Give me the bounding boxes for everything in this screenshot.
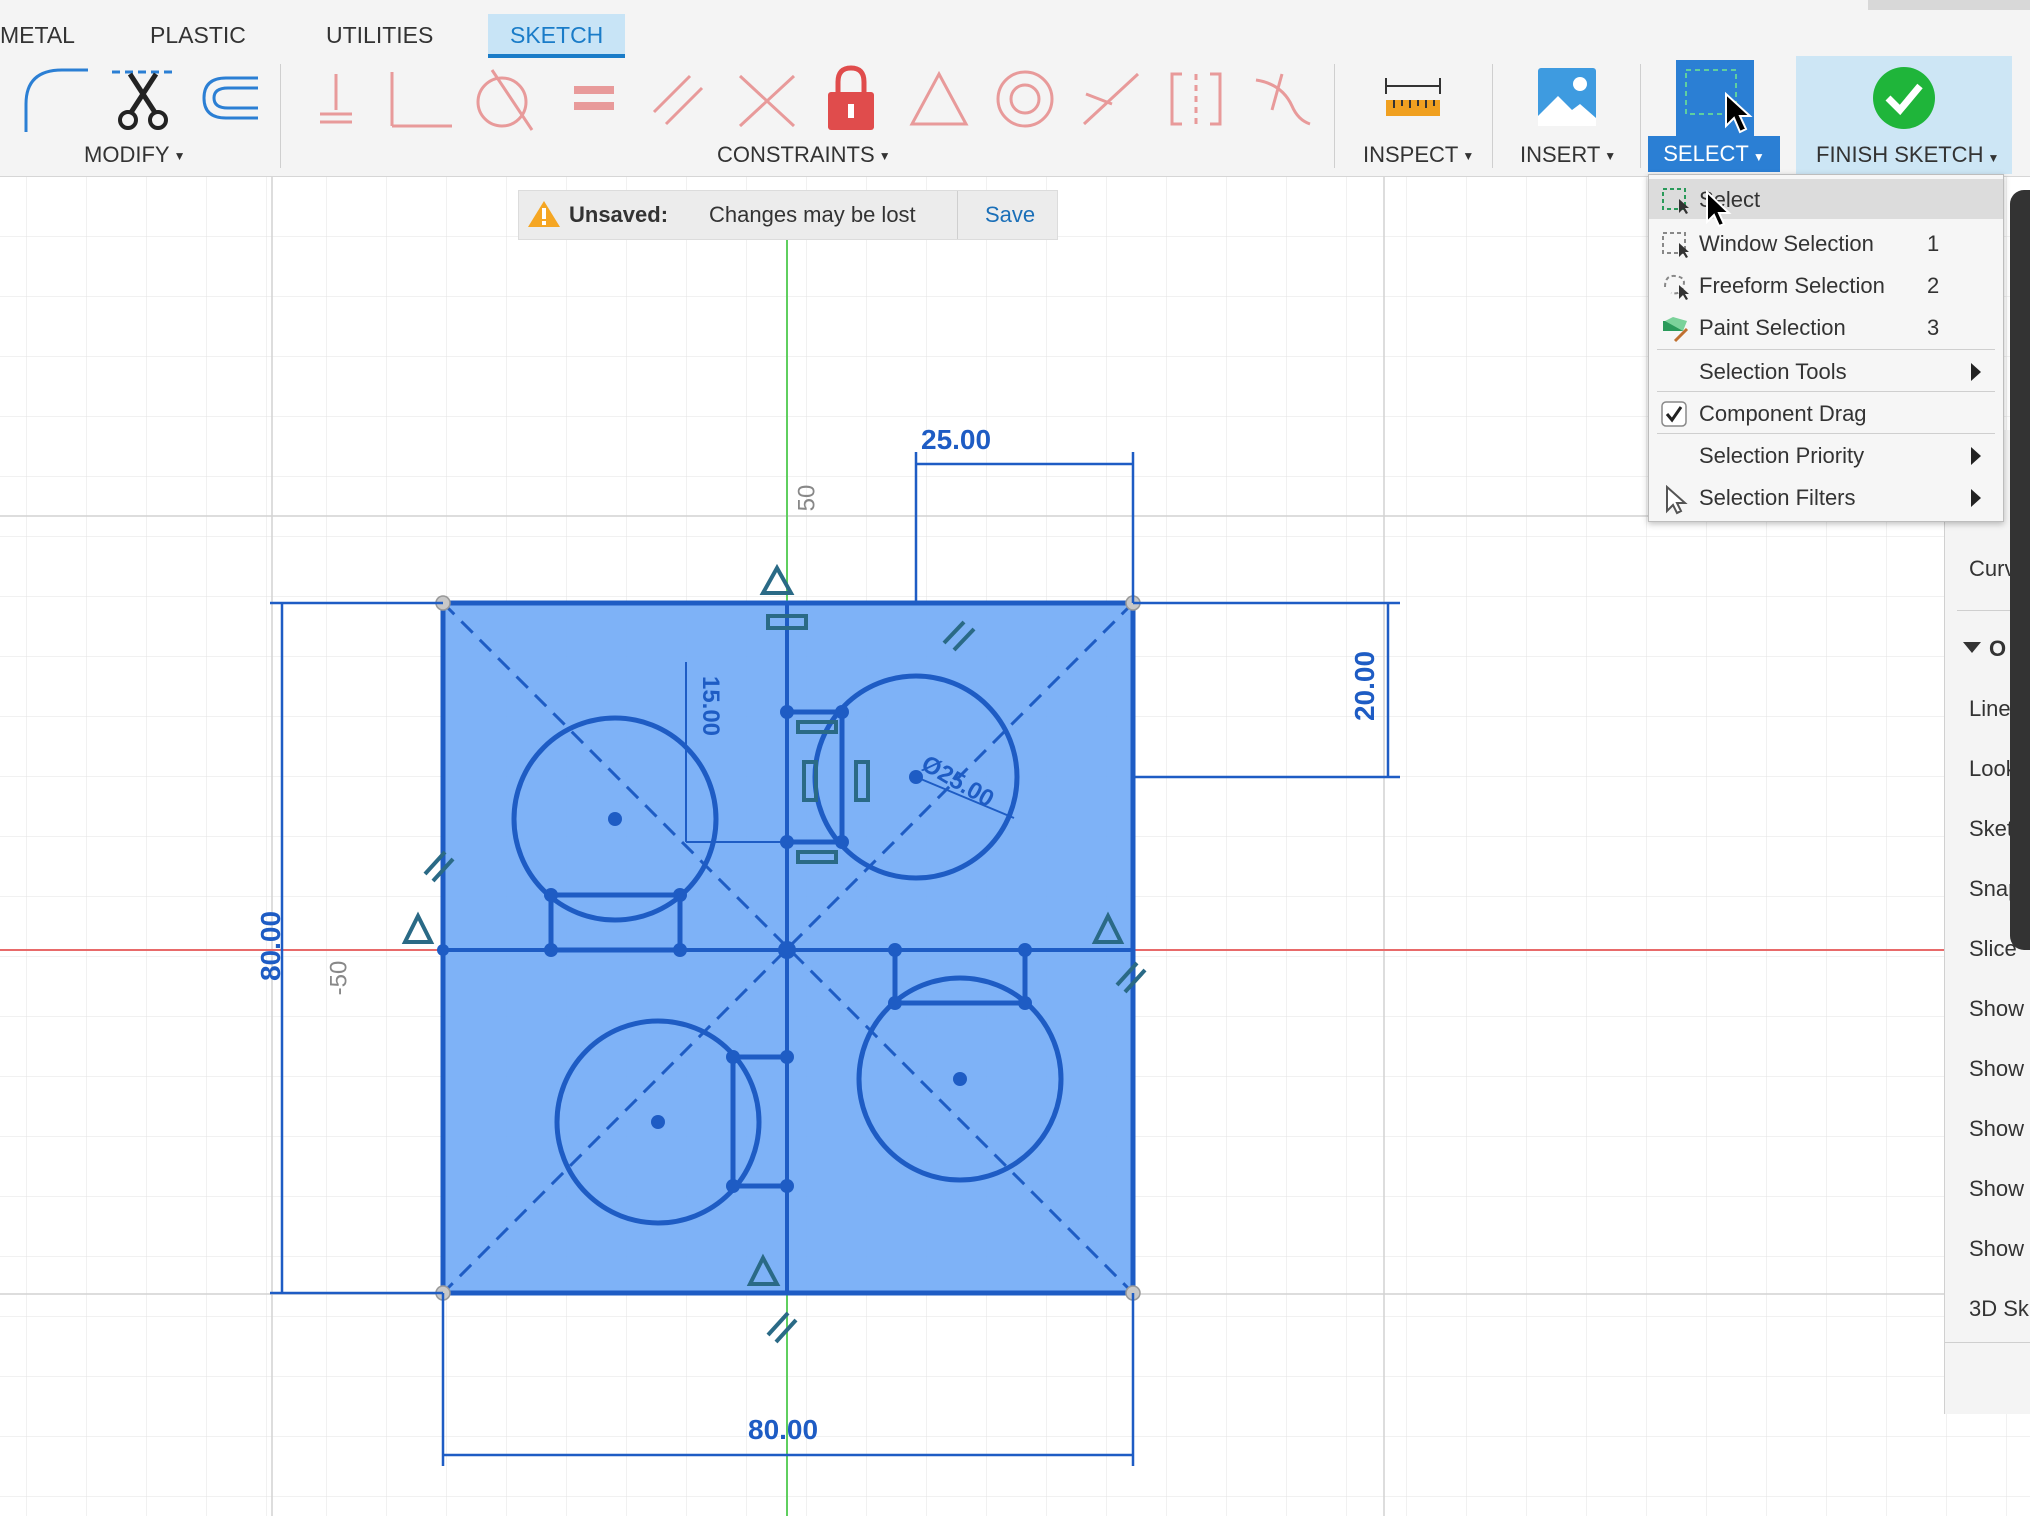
palette-item-show-2[interactable]: Show	[1969, 1056, 2024, 1082]
dimension-top-width[interactable]: 25.00	[921, 424, 991, 456]
palette-item-linetype[interactable]: Line	[1969, 696, 2011, 722]
menu-item-freeform-selection[interactable]: Freeform Selection 2	[1649, 265, 2003, 305]
palette-item-3d-sketch[interactable]: 3D Sk	[1969, 1296, 2029, 1322]
menu-item-selection-priority[interactable]: Selection Priority	[1649, 435, 2003, 475]
menu-item-selection-filters[interactable]: Selection Filters	[1649, 477, 2003, 517]
select-dropdown-menu: Select Window Selection 1 Freeform Select…	[1648, 174, 2004, 522]
dimension-overall-height[interactable]: 80.00	[255, 911, 287, 981]
unsaved-message: Changes may be lost	[709, 202, 916, 227]
menu-item-component-drag[interactable]: Component Drag	[1649, 393, 2003, 433]
modify-menu[interactable]: MODIFY ▼	[84, 142, 185, 168]
menu-item-window-selection[interactable]: Window Selection 1	[1649, 223, 2003, 263]
submenu-arrow-icon	[1971, 447, 1981, 465]
tab-metal[interactable]: METAL	[0, 14, 97, 56]
unsaved-label: Unsaved:	[569, 202, 669, 227]
dimension-overall-width[interactable]: 80.00	[748, 1414, 818, 1446]
unsaved-notification: Unsaved: Changes may be lost Save	[518, 190, 1058, 240]
menu-item-paint-selection[interactable]: Paint Selection 3	[1649, 307, 2003, 347]
finish-sketch-button[interactable]: FINISH SKETCH ▼	[1796, 56, 2012, 174]
submenu-arrow-icon	[1971, 489, 1981, 507]
curvature-icon[interactable]	[1252, 70, 1314, 128]
mouse-cursor-icon	[1706, 190, 1732, 228]
menu-item-select[interactable]: Select	[1649, 179, 2003, 219]
paint-selection-icon	[1663, 317, 1689, 343]
section-collapse-icon[interactable]	[1963, 642, 1981, 653]
window-selection-icon	[1662, 232, 1689, 258]
constraints-menu[interactable]: CONSTRAINTS ▼	[717, 142, 891, 168]
tab-plastic[interactable]: PLASTIC	[128, 14, 268, 56]
insert-menu[interactable]: INSERT ▼	[1520, 142, 1616, 168]
perpendicular-icon[interactable]	[384, 68, 454, 130]
tab-utilities[interactable]: UTILITIES	[304, 14, 455, 56]
save-link[interactable]: Save	[985, 202, 1035, 228]
dimension-right-height[interactable]: 20.00	[1349, 651, 1381, 721]
midpoint-icon[interactable]	[736, 72, 798, 130]
axis-label-top: 50	[793, 484, 821, 512]
palette-item-show-5[interactable]: Show	[1969, 1236, 2024, 1262]
palette-item-sketch-grid[interactable]: Sket	[1969, 816, 2013, 842]
submenu-arrow-icon	[1971, 363, 1981, 381]
fix-icon[interactable]	[824, 64, 878, 132]
fillet-icon[interactable]	[18, 62, 90, 134]
select-menu-button[interactable]: SELECT ▼	[1648, 136, 1780, 172]
trim-icon[interactable]	[108, 62, 180, 134]
equal-icon[interactable]	[572, 84, 616, 114]
warning-icon	[528, 201, 560, 227]
horizontal-vertical-icon[interactable]	[1168, 70, 1224, 128]
finish-sketch-label: FINISH SKETCH	[1816, 142, 1984, 167]
coincident-icon[interactable]	[316, 70, 356, 130]
select-icon	[1662, 188, 1689, 214]
parallel-icon[interactable]	[650, 72, 706, 128]
tab-sketch[interactable]: SKETCH	[488, 14, 626, 58]
toolbar-ribbon: METAL PLASTIC UTILITIES SKETCH MODIFY▼	[0, 0, 2030, 177]
finish-check-icon	[1873, 67, 1935, 129]
offset-icon[interactable]	[192, 64, 264, 128]
palette-item-curvature[interactable]: Curv	[1969, 556, 2015, 582]
select-tool-icon[interactable]	[1676, 60, 1754, 136]
palette-section-options[interactable]: O	[1989, 636, 2006, 662]
inspect-menu[interactable]: INSPECT ▼	[1363, 142, 1474, 168]
palette-item-slice[interactable]: Slice	[1969, 936, 2017, 962]
symmetry-icon[interactable]	[908, 70, 970, 128]
palette-item-show-3[interactable]: Show	[1969, 1116, 2024, 1142]
palette-item-show-4[interactable]: Show	[1969, 1176, 2024, 1202]
tangent-icon[interactable]	[472, 64, 542, 134]
axis-label-left: -50	[325, 960, 353, 996]
insert-image-icon[interactable]	[1536, 66, 1598, 128]
checkbox-checked-icon	[1661, 401, 1687, 427]
concentric-icon[interactable]	[994, 68, 1056, 130]
measure-icon[interactable]	[1382, 76, 1444, 120]
dimension-inner-vertical[interactable]: 15.00	[696, 676, 724, 736]
cursor-arrow-icon	[1666, 485, 1688, 515]
palette-item-show-1[interactable]: Show	[1969, 996, 2024, 1022]
collinear-icon[interactable]	[1080, 70, 1142, 128]
menu-item-selection-tools[interactable]: Selection Tools	[1649, 351, 2003, 391]
freeform-selection-icon	[1664, 274, 1689, 300]
